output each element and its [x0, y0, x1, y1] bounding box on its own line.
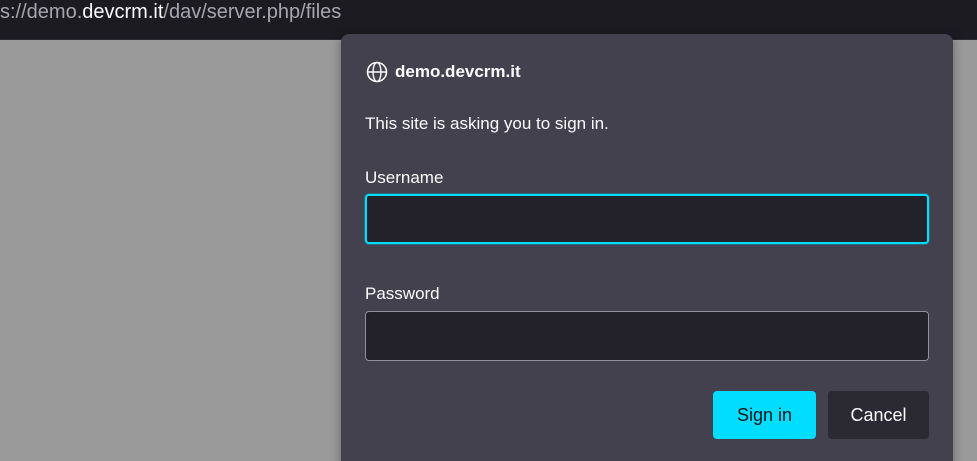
- dialog-header: demo.devcrm.it: [366, 60, 521, 84]
- globe-icon: [366, 61, 388, 83]
- sign-in-button[interactable]: Sign in: [713, 391, 816, 439]
- username-label: Username: [365, 168, 444, 187]
- dialog-message: This site is asking you to sign in.: [365, 114, 609, 133]
- username-input[interactable]: [365, 194, 929, 244]
- url-text[interactable]: s://demo.devcrm.it/dav/server.php/files: [0, 0, 341, 28]
- url-path: /dav/server.php/files: [163, 1, 342, 23]
- url-prefix: s://demo.: [0, 1, 83, 23]
- password-label: Password: [365, 284, 440, 303]
- dialog-origin: demo.devcrm.it: [395, 62, 521, 81]
- url-host: devcrm.it: [82, 1, 164, 23]
- cancel-button[interactable]: Cancel: [828, 391, 929, 439]
- password-input[interactable]: [365, 311, 929, 361]
- sign-in-dialog: demo.devcrm.it This site is asking you t…: [341, 34, 953, 461]
